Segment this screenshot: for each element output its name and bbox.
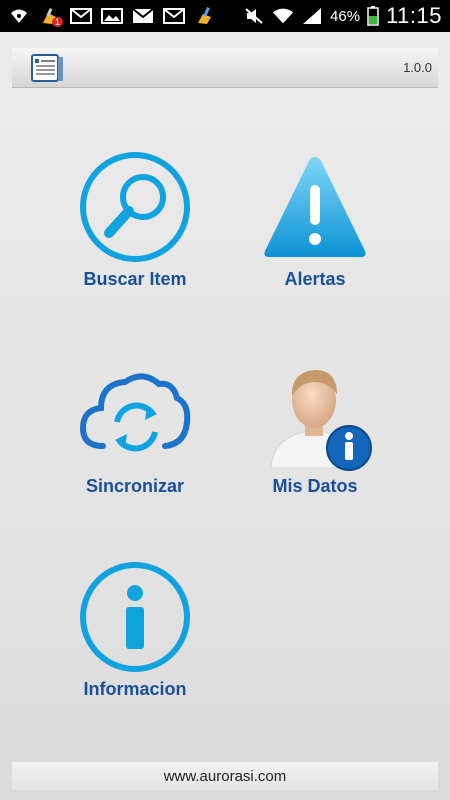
clock: 11:15 bbox=[386, 3, 442, 28]
my-data-label: Mis Datos bbox=[272, 476, 358, 496]
information-button[interactable]: Informacion bbox=[50, 557, 220, 727]
email-icon bbox=[132, 7, 154, 25]
search-item-button[interactable]: Buscar Item bbox=[50, 147, 220, 317]
user-info-icon bbox=[255, 354, 375, 474]
gmail-icon-2 bbox=[163, 7, 185, 25]
search-item-label: Buscar Item bbox=[83, 269, 187, 289]
notification-badge: 1 bbox=[51, 17, 63, 27]
battery-icon bbox=[367, 6, 379, 26]
search-icon bbox=[75, 147, 195, 267]
signal-icon bbox=[301, 7, 323, 25]
warning-icon bbox=[255, 147, 375, 267]
gallery-icon bbox=[101, 7, 123, 25]
app-version: 1.0.0 bbox=[403, 60, 432, 75]
alerts-button[interactable]: Alertas bbox=[230, 147, 400, 317]
wifi-hotspot-icon bbox=[8, 7, 30, 25]
information-label: Informacion bbox=[83, 679, 187, 699]
app-content: 1.0.0 Buscar Item Alertas Sincronizar Mi… bbox=[0, 32, 450, 800]
notebook-icon[interactable] bbox=[28, 53, 66, 83]
footer-url[interactable]: www.aurorasi.com bbox=[12, 762, 438, 790]
my-data-button[interactable]: Mis Datos bbox=[230, 354, 400, 524]
cleaner-icon bbox=[194, 7, 216, 25]
sync-button[interactable]: Sincronizar bbox=[50, 354, 220, 524]
mute-icon bbox=[243, 7, 265, 25]
battery-percent: 46% bbox=[330, 7, 361, 25]
sync-label: Sincronizar bbox=[85, 476, 185, 496]
status-bar: 1 46% 11:15 bbox=[0, 0, 450, 32]
wifi-icon bbox=[272, 7, 294, 25]
cloud-sync-icon bbox=[75, 354, 195, 474]
app-header: 1.0.0 bbox=[12, 48, 438, 88]
alerts-label: Alertas bbox=[284, 269, 346, 289]
info-icon bbox=[75, 557, 195, 677]
cleaner-notification-icon: 1 bbox=[39, 7, 63, 27]
gmail-icon bbox=[70, 7, 92, 25]
